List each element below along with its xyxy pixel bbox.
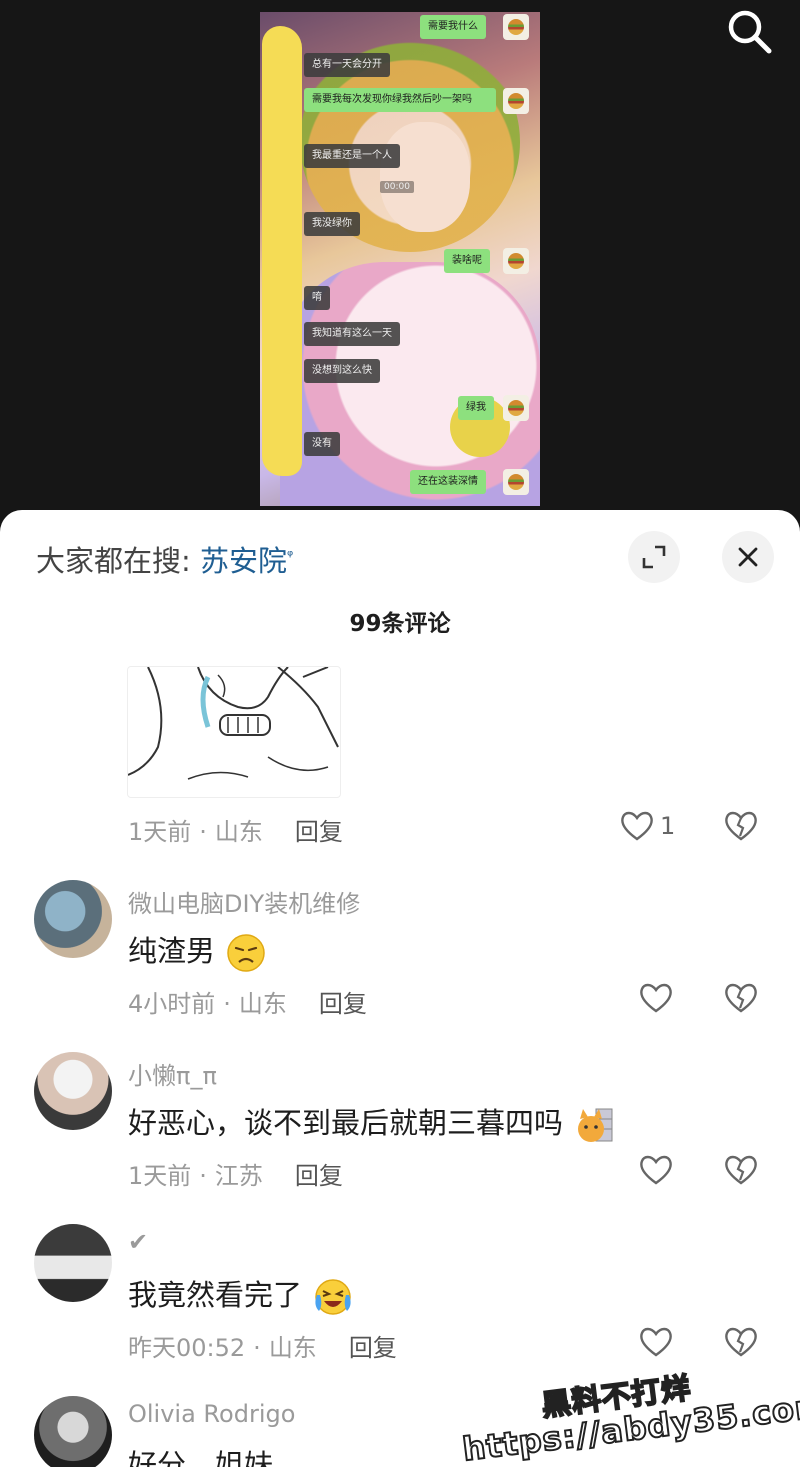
avatar[interactable]	[34, 880, 112, 958]
like-button[interactable]: 1	[620, 810, 675, 842]
heart-icon	[640, 1327, 672, 1357]
chat-bubble: 没想到这么快	[304, 359, 380, 383]
trending-label: 大家都在搜:	[36, 544, 191, 578]
search-icon	[728, 10, 772, 54]
avatar[interactable]	[34, 1052, 112, 1130]
comment-text: 好恶心，谈不到最后就朝三暮四吗	[128, 1100, 614, 1145]
sender-avatar-icon	[503, 248, 529, 274]
comment-username[interactable]: Olivia Rodrigo	[128, 1400, 295, 1428]
comment-location: 山东	[214, 818, 263, 846]
close-icon	[738, 547, 758, 567]
reply-button[interactable]: 回复	[349, 1334, 397, 1362]
video-timestamp: 00:00	[380, 181, 414, 193]
heart-icon	[640, 1155, 672, 1185]
dislike-button[interactable]	[724, 810, 758, 842]
comment-text: 好分，姐妹	[128, 1448, 274, 1467]
reply-button[interactable]: 回复	[295, 1162, 343, 1190]
comment-time: 1天前	[128, 1162, 192, 1190]
avatar[interactable]	[34, 1396, 112, 1467]
sender-avatar-icon	[503, 395, 529, 421]
like-button[interactable]	[639, 1154, 673, 1186]
broken-heart-icon	[725, 811, 757, 841]
chat-bubble: 还在这装深情	[410, 470, 486, 494]
angry-face-icon	[227, 934, 265, 972]
comment-location: 山东	[238, 990, 287, 1018]
avatar[interactable]	[34, 1224, 112, 1302]
chat-bubble: 我最重还是一个人	[304, 144, 400, 168]
chat-screenshot	[260, 12, 540, 506]
comment-text-body: 好恶心，谈不到最后就朝三暮四吗	[128, 1106, 564, 1140]
comment-time: 4小时前	[128, 990, 216, 1018]
chat-bubble: 我知道有这么一天	[304, 322, 400, 346]
dislike-button[interactable]	[724, 1154, 758, 1186]
reply-button[interactable]: 回复	[295, 818, 343, 846]
expand-button[interactable]	[628, 531, 680, 583]
comment-username[interactable]: ✔	[128, 1228, 148, 1256]
comment-meta: 1天前 · 江苏 回复	[128, 1162, 343, 1190]
trending-search[interactable]: 大家都在搜: 苏安院ᵠ	[36, 538, 293, 580]
comment-text-body: 纯渣男	[128, 934, 216, 968]
video-player[interactable]: 需要我什么 总有一天会分开 需要我每次发现你绿我然后吵一架吗 我最重还是一个人 …	[0, 0, 800, 520]
magnifier-icon: ᵠ	[287, 546, 294, 565]
trending-link[interactable]: 苏安院	[200, 544, 287, 578]
like-button[interactable]	[639, 1326, 673, 1358]
sender-avatar-icon	[503, 14, 529, 40]
comment-username[interactable]: 微山电脑DIY装机维修	[128, 884, 360, 919]
chat-bubble: 装啥呢	[444, 249, 490, 273]
like-count: 1	[660, 812, 676, 840]
chat-bubble: 需要我每次发现你绿我然后吵一架吗	[304, 88, 496, 112]
sender-avatar-icon	[503, 88, 529, 114]
comment-text: 我竟然看完了	[128, 1272, 353, 1317]
chat-bubble: 唷	[304, 286, 330, 310]
comment-meta: 1天前 · 山东 回复	[128, 818, 343, 846]
dislike-button[interactable]	[724, 1326, 758, 1358]
comment-location: 山东	[268, 1334, 317, 1362]
cat-face-icon	[578, 1108, 613, 1142]
chat-bubble: 需要我什么	[420, 15, 486, 39]
background-face	[380, 122, 470, 232]
comment-location: 江苏	[214, 1162, 263, 1190]
comment-time: 昨天00:52	[128, 1334, 246, 1362]
comment-meta: 4小时前 · 山东 回复	[128, 990, 367, 1018]
chat-bubble: 总有一天会分开	[304, 53, 390, 77]
dislike-button[interactable]	[724, 982, 758, 1014]
expand-icon	[642, 545, 666, 569]
yellow-scribble-overlay	[262, 26, 302, 476]
broken-heart-icon	[725, 983, 757, 1013]
comment-sticker-image[interactable]	[127, 666, 341, 798]
comment-username[interactable]: 小懒π_π	[128, 1056, 217, 1091]
comments-sheet: 大家都在搜: 苏安院ᵠ 99条评论 1天前 · 山东 回复 1 微山电脑DIY装…	[0, 510, 800, 1467]
like-button[interactable]	[639, 982, 673, 1014]
reply-button[interactable]: 回复	[319, 990, 367, 1018]
chat-bubble: 我没绿你	[304, 212, 360, 236]
crying-laughing-icon	[315, 1279, 351, 1315]
comment-time: 1天前	[128, 818, 192, 846]
close-button[interactable]	[722, 531, 774, 583]
heart-icon	[621, 811, 653, 841]
comment-text: 纯渣男	[128, 928, 266, 973]
sender-avatar-icon	[503, 469, 529, 495]
broken-heart-icon	[725, 1155, 757, 1185]
chat-bubble: 没有	[304, 432, 340, 456]
comment-count: 99条评论	[349, 611, 451, 637]
comment-text-body: 我竟然看完了	[128, 1278, 303, 1312]
chat-bubble: 绿我	[458, 396, 494, 420]
broken-heart-icon	[725, 1327, 757, 1357]
search-button[interactable]	[722, 4, 776, 58]
comment-meta: 昨天00:52 · 山东 回复	[128, 1334, 397, 1362]
heart-icon	[640, 983, 672, 1013]
